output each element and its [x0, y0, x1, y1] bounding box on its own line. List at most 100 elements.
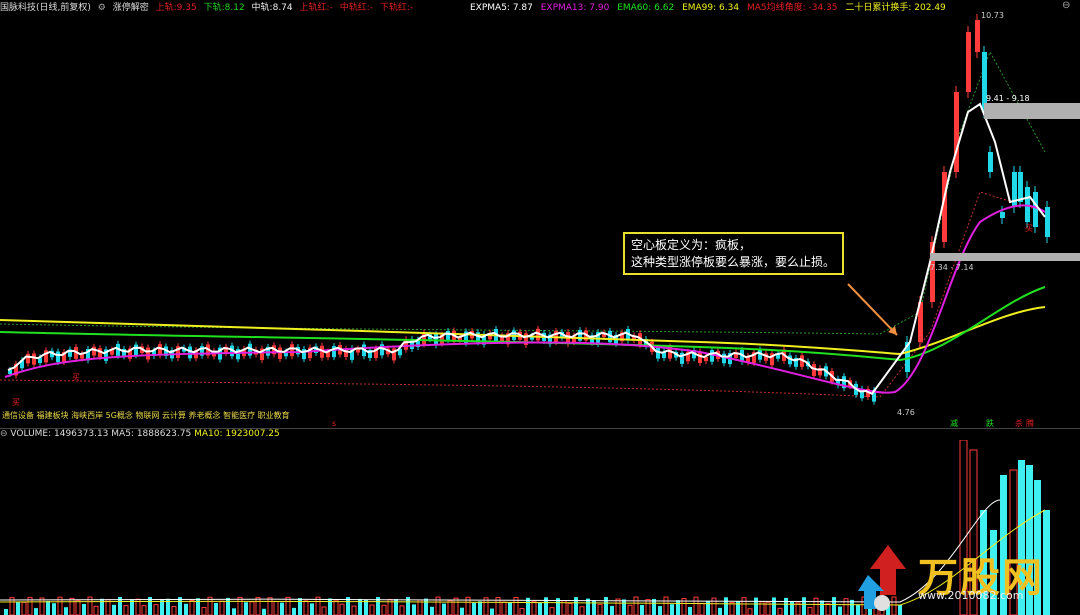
volume-bar	[52, 603, 56, 615]
volume-bar	[184, 603, 188, 615]
volume-bar	[112, 604, 116, 615]
volume-bar	[627, 604, 633, 615]
candle	[422, 332, 426, 345]
volume-bar	[93, 605, 99, 615]
volume-bar	[754, 597, 758, 615]
price-chart[interactable]: 10.73 9.41 - 9.18 7.34 - 7.14 4.76 买 买 买…	[0, 12, 1080, 428]
volume-bar	[292, 607, 296, 615]
volume-bar	[741, 597, 747, 615]
candle	[966, 32, 971, 92]
candle	[56, 351, 60, 363]
volume-bar	[4, 609, 8, 615]
candle	[1018, 172, 1023, 202]
volume-bar	[273, 600, 279, 615]
upper-band	[0, 50, 1046, 335]
volume-bar	[75, 599, 81, 615]
volume-bar	[688, 606, 692, 615]
volume-bar	[567, 603, 573, 615]
volume-bar	[424, 598, 428, 615]
buy-mark-3: 买	[1025, 224, 1033, 233]
volume-bar	[579, 606, 585, 615]
volume-bar	[501, 601, 507, 615]
volume-bar	[430, 606, 434, 615]
candle	[975, 20, 980, 52]
volume-bar	[663, 596, 669, 615]
volume-bar	[478, 601, 482, 615]
callout-line-2: 这种类型涨停板要么暴涨，要么止损。	[631, 255, 836, 269]
volume-bar	[711, 597, 717, 615]
callout-box: 空心板定义为：疯板， 这种类型涨停板要么暴涨，要么止损。	[623, 232, 844, 275]
volume-bar	[658, 606, 662, 615]
volume-bar	[196, 598, 200, 615]
volume-bar	[472, 602, 476, 615]
volume-bar	[255, 597, 261, 615]
volume-bar	[285, 596, 291, 615]
volume-bar	[777, 607, 783, 615]
volume-bar	[69, 597, 75, 615]
volume-bar	[838, 606, 842, 615]
volume-bar	[790, 601, 794, 615]
volume-bar	[34, 608, 38, 615]
signal-reduce: 减	[950, 418, 958, 428]
volume-bar	[693, 596, 699, 615]
candle	[32, 353, 36, 365]
volume-bar	[21, 601, 27, 615]
buy-mark-1: 买	[12, 398, 20, 407]
collapse-icon[interactable]: ⊖	[1062, 0, 1070, 11]
volume-bar	[676, 600, 680, 615]
volume-bar	[729, 602, 735, 615]
volume-bar	[82, 603, 86, 615]
volume-bar	[640, 605, 644, 615]
volume-ma5: MA5: 1888623.75	[111, 429, 192, 439]
volume-bar	[267, 597, 273, 615]
candle	[146, 347, 150, 360]
volume-bar	[369, 604, 375, 615]
volume-bar	[1043, 510, 1050, 615]
candle	[656, 347, 660, 359]
high-price-label: 10.73	[981, 12, 1004, 20]
volume-bar	[46, 600, 50, 615]
volume-bar	[189, 599, 195, 615]
volume-ma5-line	[0, 499, 1001, 603]
concept-tags: 通信设备 福建板块 海峡西岸 5G概念 物联网 云计算 养老概念 智能医疗 职业…	[2, 411, 290, 420]
volume-bar	[832, 597, 836, 615]
volume-bar	[531, 600, 537, 615]
volume-bar	[610, 605, 614, 615]
volume-bar	[351, 605, 357, 615]
volume-bar	[519, 608, 525, 615]
candle	[1000, 212, 1005, 218]
callout-line-1: 空心板定义为：疯板，	[631, 238, 752, 252]
volume-bar	[622, 599, 626, 615]
low-price-label: 4.76	[897, 408, 915, 417]
candle	[134, 344, 138, 356]
volume-bar	[219, 600, 225, 615]
volume-bar	[207, 596, 213, 615]
signal-fall: 跌	[986, 418, 994, 428]
volume-bar	[699, 602, 705, 615]
volume-bar	[412, 604, 416, 615]
candle	[446, 330, 450, 340]
volume-bar	[747, 608, 753, 615]
volume-bar	[399, 605, 405, 615]
volume-bar	[724, 597, 728, 615]
candle	[1025, 187, 1030, 222]
volume-bar	[237, 596, 243, 615]
volume-bar	[262, 608, 266, 615]
candle	[722, 353, 726, 364]
volume-bar	[249, 601, 255, 615]
logo-icon	[858, 545, 906, 611]
volume-bar	[592, 600, 596, 615]
volume-bar	[538, 602, 542, 615]
volume-bar	[460, 607, 464, 615]
volume-icon[interactable]: ⊖	[0, 429, 8, 439]
stock-chart-window: 国脉科技(日线,前复权) ⚙ 涨停解密 上轨:9.35 下轨:8.12 中轨:8…	[0, 0, 1080, 615]
volume-bar	[232, 608, 236, 615]
watermark-url: www.2010082.com	[918, 589, 1024, 602]
volume-bar	[670, 604, 674, 615]
volume-bar	[453, 597, 459, 615]
candle	[278, 347, 282, 359]
candle	[988, 152, 993, 172]
volume-bar	[303, 600, 309, 615]
buy-mark-2: 买	[72, 373, 80, 382]
resistance-zone	[984, 103, 1080, 119]
